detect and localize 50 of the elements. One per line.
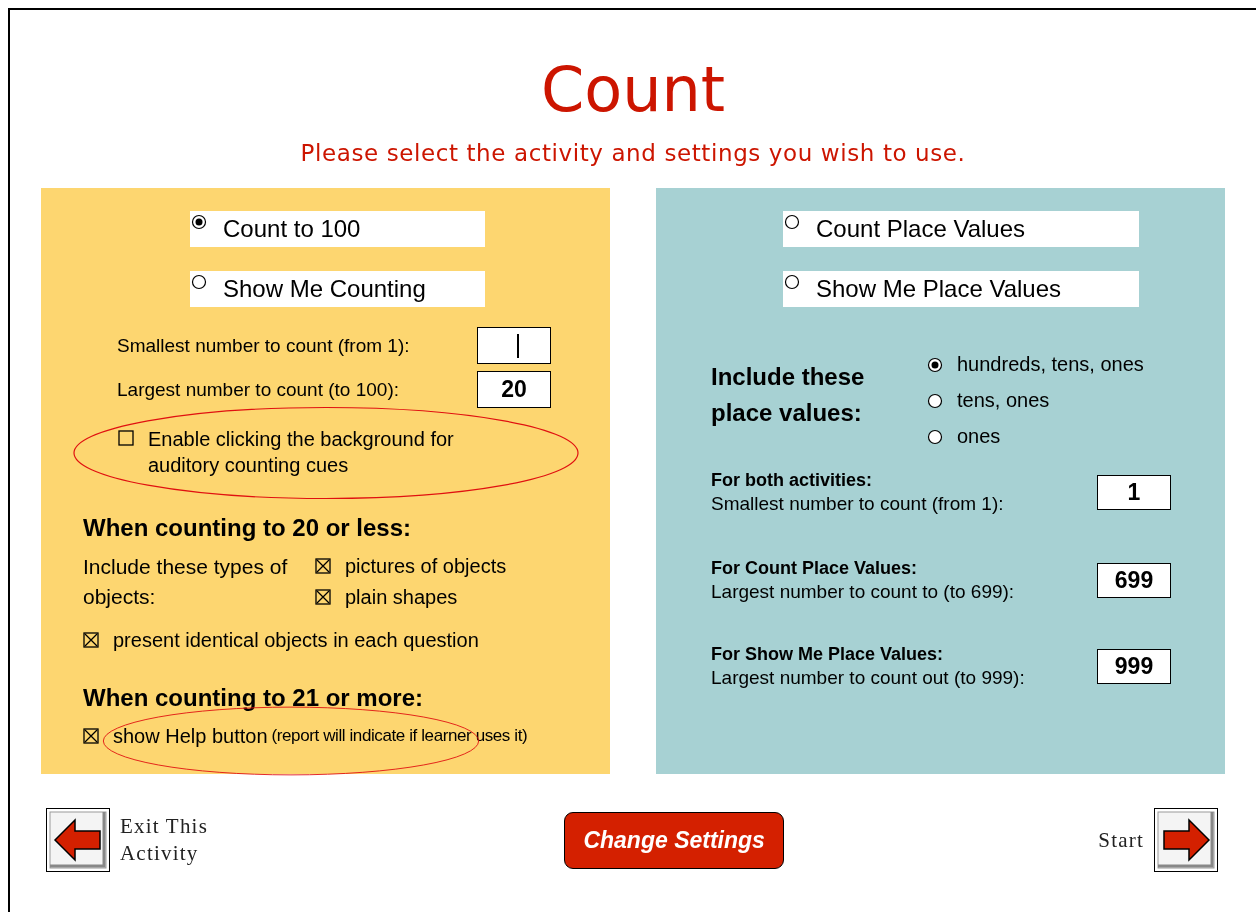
radio-button[interactable] — [927, 392, 943, 409]
number-field[interactable] — [477, 327, 551, 364]
section-heading: Include these place values: — [711, 362, 866, 428]
activity-option[interactable]: Count to 100 — [190, 211, 485, 247]
option-label: hundreds, tens, ones — [957, 353, 1144, 376]
number-field[interactable]: 1 — [1097, 474, 1171, 510]
option-note: (report will indicate if learner uses it) — [271, 725, 528, 747]
field-heading: For Count Place Values: — [711, 557, 919, 580]
option-label: tens, ones — [957, 389, 1050, 412]
text-cursor — [517, 333, 519, 358]
number-field[interactable]: 999 — [1097, 648, 1171, 684]
number-field[interactable]: 20 — [477, 371, 551, 408]
field-label: Largest number to count (to 100): — [117, 378, 400, 401]
option-label: show Help button — [113, 724, 268, 748]
section-heading: When counting to 21 or more: — [83, 684, 424, 712]
field-heading: For both activities: — [711, 469, 873, 492]
activity-option[interactable]: Count Place Values — [783, 211, 1139, 247]
radio-button[interactable] — [927, 356, 943, 373]
radio-button[interactable] — [784, 274, 800, 290]
activity-option[interactable]: Show Me Place Values — [783, 271, 1139, 307]
field-label: Largest number to count out (to 999): — [711, 666, 1026, 690]
option-label: ones — [957, 425, 1001, 448]
field-label: Smallest number to count (from 1): — [711, 492, 1005, 516]
number-field[interactable]: 699 — [1097, 562, 1171, 598]
checkbox[interactable] — [83, 728, 99, 744]
page-title: Count — [539, 52, 727, 128]
back-arrow-button[interactable] — [46, 808, 110, 872]
checkbox[interactable] — [118, 430, 134, 446]
radio-button[interactable] — [191, 274, 207, 290]
section-heading: When counting to 20 or less: — [83, 514, 413, 542]
option-label: pictures of objects — [345, 554, 507, 578]
checkbox[interactable] — [315, 589, 331, 605]
activity-option[interactable]: Show Me Counting — [190, 271, 485, 307]
change-settings-button[interactable]: Change Settings — [564, 811, 785, 869]
forward-arrow-button[interactable] — [1154, 808, 1218, 872]
option-label: present identical objects in each question — [113, 628, 479, 652]
page-subtitle: Please select the activity and settings you wish to use. — [299, 139, 967, 168]
checkbox[interactable] — [83, 632, 99, 648]
radio-button[interactable] — [784, 214, 800, 230]
exit-label: Exit This Activity — [120, 813, 209, 867]
field-heading: For Show Me Place Values: — [711, 643, 945, 666]
field-label: Largest number to count to (to 699): — [711, 580, 1016, 604]
option-label: Enable clicking the background for auditory counting cues — [148, 427, 455, 478]
checkbox[interactable] — [315, 558, 331, 574]
field-label: Smallest number to count (from 1): — [117, 334, 411, 357]
radio-button[interactable] — [927, 428, 943, 445]
radio-button[interactable] — [191, 214, 207, 230]
start-label: Start — [1098, 827, 1144, 853]
option-label: plain shapes — [345, 585, 458, 609]
option-label: Include these types of objects: — [83, 554, 289, 610]
